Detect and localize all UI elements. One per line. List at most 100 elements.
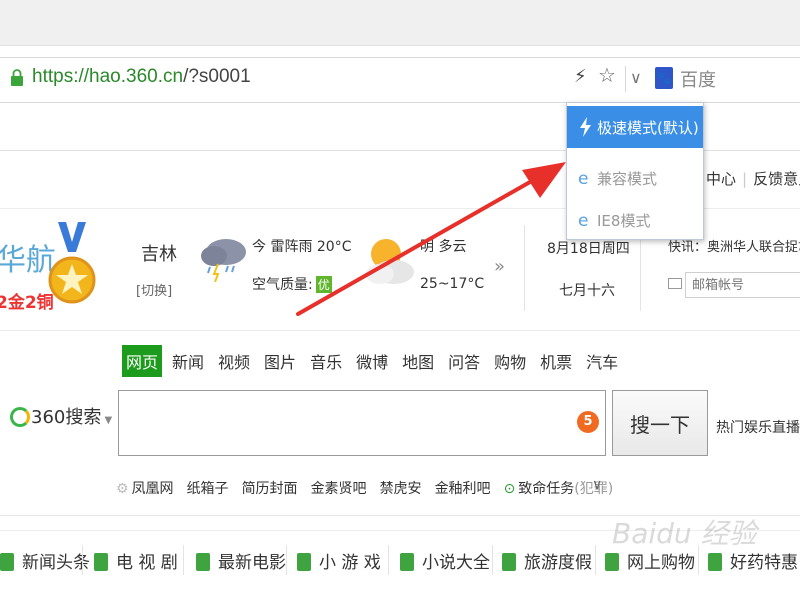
menu-item-label: 极速模式(默认) [597,119,699,137]
solar-date[interactable]: 8月18日周四 [547,238,630,258]
mail-icon [668,278,682,289]
weather-tomorrow-temp: 25~17°C [420,276,485,292]
city-switch-link[interactable]: [切换] [136,280,172,299]
quick-link[interactable]: 金素贤吧 [311,481,367,497]
tab-weibo[interactable]: 微博 [352,345,392,377]
divider [183,545,184,575]
weather-tomorrow[interactable]: 明 多云 [420,236,466,256]
lightning-icon [580,117,591,137]
menu-item-speed-mode[interactable]: 极速模式(默认) [567,106,703,148]
banner-medals[interactable]: 2金2铜 [0,288,54,313]
quick-link[interactable]: 凤凰网 [132,481,174,497]
search-button[interactable]: 搜一下 [612,390,708,456]
search-engine-selector[interactable]: 360搜索 ▼ [10,403,112,429]
chevron-down-icon[interactable]: ∨ [630,68,642,87]
quick-link[interactable]: 禁虎安 [380,481,422,497]
category-label: 旅游度假 [524,553,592,573]
category-label: 网上购物 [627,553,695,573]
gear-icon[interactable]: ⚙ [116,481,129,497]
category-label: 电 视 剧 [116,553,178,573]
cart-icon [605,553,619,571]
weather-city: 吉林 [141,244,177,265]
url-host: hao.360.cn [89,66,184,87]
film-icon [196,553,210,571]
lock-icon [11,69,23,86]
menu-item-compat-mode[interactable]: e 兼容模式 [567,157,703,199]
tab-web[interactable]: 网页 [122,345,163,377]
category-label: 小说大全 [422,553,490,573]
partly-cloudy-icon [366,239,414,284]
tab-qa[interactable]: 问答 [444,345,484,377]
tab-shopping[interactable]: 购物 [490,345,530,377]
help-center-link[interactable]: 中心 [706,170,736,188]
ie-icon: e [578,169,588,188]
url-scheme: https:// [32,66,90,87]
tab-auto[interactable]: 汽车 [582,345,622,377]
tab-music[interactable]: 音乐 [306,345,346,377]
addr-separator [625,66,626,92]
speed-mode-menu: 极速模式(默认) e 兼容模式 e IE8模式 [566,102,704,240]
tab-news[interactable]: 新闻 [168,345,208,377]
caret-down-icon: ▼ [101,415,113,426]
category-label: 新闻头条 [22,553,90,573]
baidu-paw-icon[interactable]: 🐾 [655,67,673,89]
ie-icon: e [578,211,588,230]
browser-top-strip [0,0,800,46]
help-links: 中心 | 反馈意见 [706,168,800,189]
search-engine-name[interactable]: 百度 [680,66,716,92]
tab-map[interactable]: 地图 [398,345,438,377]
hot-topic-link[interactable]: 热门娱乐直播平台 [716,417,800,437]
weather-more-icon[interactable]: » [494,256,505,277]
feedback-link[interactable]: 反馈意见 [753,170,800,188]
category-label: 最新电影 [218,553,286,573]
divider [492,545,493,575]
air-quality-label: 空气质量: [252,277,313,293]
divider [0,330,800,331]
palm-tree-icon [502,553,516,571]
search-input[interactable] [118,390,606,456]
mail-account-input[interactable] [685,272,800,298]
weather-today[interactable]: 今 雷阵雨 20°C [252,236,352,256]
category-travel[interactable]: 旅游度假 [502,548,592,573]
category-tv[interactable]: 电 视 剧 [94,548,178,573]
menu-item-label: 兼容模式 [597,170,658,188]
medal-icon[interactable] [48,222,96,314]
air-quality[interactable]: 空气质量: 优 [252,274,332,294]
quick-link[interactable]: 金釉利吧 [435,481,491,497]
url-text[interactable]: https://hao.360.cn/?s0001 [32,66,251,88]
category-novels[interactable]: 小说大全 [400,548,490,573]
speed-mode-icon[interactable]: ⚡ [574,66,587,87]
tab-flights[interactable]: 机票 [536,345,576,377]
bookmark-star-icon[interactable]: ☆ [598,63,616,87]
divider [286,545,287,575]
divider [388,545,389,575]
tv-icon [94,553,108,571]
svg-text:e: e [578,211,588,230]
lunar-date: 七月十六 [559,283,615,299]
play-circle-icon: ⊙ [503,481,516,497]
search-hint-badge[interactable]: 5 [577,411,599,433]
tab-images[interactable]: 图片 [260,345,300,377]
category-movies[interactable]: 最新电影 [196,548,286,573]
news-icon [0,553,14,571]
menu-item-ie8-mode[interactable]: e IE8模式 [567,199,703,241]
search-logo-text: 360搜索 [31,407,102,428]
category-games[interactable]: 小 游 戏 [297,548,381,573]
360-logo-icon [10,407,30,427]
tab-video[interactable]: 视频 [214,345,254,377]
category-label: 小 游 戏 [319,553,381,573]
link-separator: | [742,170,748,188]
category-news[interactable]: 新闻头条 [0,548,90,573]
gamepad-icon [297,553,311,571]
expand-links-chevron-icon[interactable]: ∨ [592,477,602,493]
quick-link[interactable]: 纸箱子 [187,481,229,497]
air-quality-badge: 优 [315,276,332,293]
menu-item-label: IE8模式 [597,212,651,230]
search-tabs: 网页 新闻 视频 图片 音乐 微博 地图 问答 购物 机票 汽车 [122,345,628,377]
mission-link[interactable]: 致命任务 [518,481,574,497]
medicine-icon [708,553,722,571]
quick-links: ⚙ 凤凰网 纸箱子 简历封面 金素贤吧 禁虎安 金釉利吧 ⊙ 致命任务(犯罪) [116,478,626,498]
quick-link[interactable]: 简历封面 [242,481,298,497]
svg-text:e: e [578,169,588,188]
divider [524,225,525,311]
